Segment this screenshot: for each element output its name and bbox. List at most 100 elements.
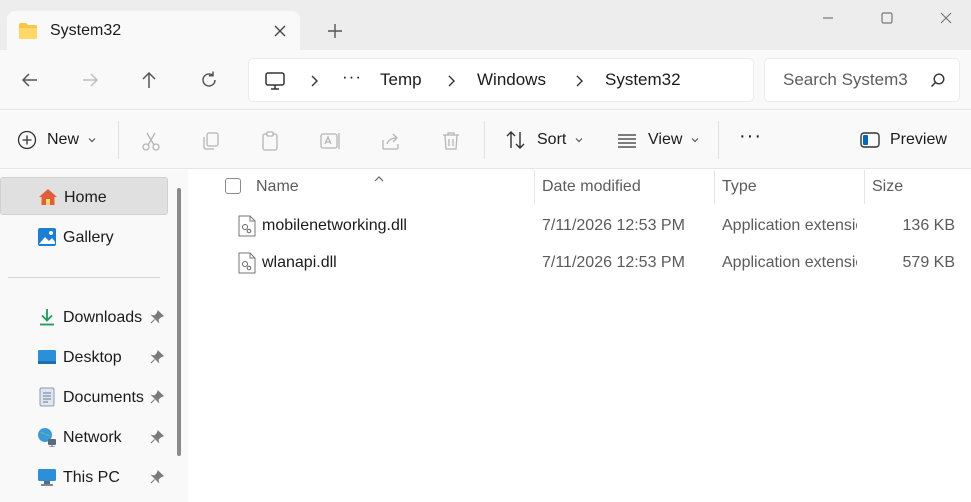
breadcrumb-temp[interactable]: Temp [380, 70, 422, 90]
refresh-icon[interactable] [198, 69, 220, 91]
command-bar: New Sort View ··· Preview [0, 111, 971, 169]
arrow-right-icon[interactable] [79, 69, 101, 91]
title-bar: System32 [0, 0, 971, 50]
sidebar-item-label: Home [64, 189, 107, 206]
pin-icon[interactable] [150, 310, 164, 324]
table-row[interactable]: mobilenetworking.dll 7/11/2026 12:53 PM … [190, 208, 971, 244]
file-type: Application extension [722, 217, 857, 234]
sidebar-item-this-pc[interactable]: This PC [0, 458, 168, 496]
column-divider[interactable] [534, 170, 535, 204]
column-divider[interactable] [864, 170, 865, 204]
divider [118, 121, 119, 159]
pin-icon[interactable] [150, 430, 164, 444]
breadcrumb-windows[interactable]: Windows [477, 70, 546, 90]
sidebar-item-label: Documents [63, 389, 144, 406]
download-icon [37, 307, 57, 327]
sidebar-item-documents[interactable]: Documents [0, 378, 168, 416]
new-button[interactable]: New [17, 111, 97, 169]
column-header-type[interactable]: Type [722, 170, 757, 204]
gallery-icon [37, 227, 57, 247]
delete-icon[interactable] [440, 130, 462, 152]
chevron-down-icon [88, 138, 96, 143]
search-icon[interactable] [930, 72, 946, 93]
column-header-name[interactable]: Name [256, 170, 299, 204]
maximize-icon[interactable] [877, 8, 897, 28]
sidebar-item-label: This PC [63, 469, 120, 486]
file-size: 136 KB [902, 217, 955, 234]
chevron-right-icon[interactable] [572, 73, 586, 89]
preview-button[interactable]: Preview [860, 111, 947, 169]
rename-icon[interactable] [319, 130, 341, 152]
address-row: ··· Temp Windows System32 Search System3… [0, 50, 971, 110]
sidebar-item-label: Gallery [63, 229, 114, 246]
preview-label: Preview [890, 131, 947, 148]
close-icon[interactable] [271, 22, 289, 40]
breadcrumb-overflow[interactable]: ··· [342, 67, 362, 87]
chevron-down-icon [575, 138, 583, 143]
sidebar-item-downloads[interactable]: Downloads [0, 298, 168, 336]
pin-icon[interactable] [150, 350, 164, 364]
paste-icon[interactable] [259, 130, 281, 152]
pin-icon[interactable] [150, 470, 164, 484]
search-input[interactable]: Search System32 [783, 70, 908, 90]
select-all-checkbox[interactable] [225, 178, 241, 194]
monitor-icon[interactable] [264, 71, 286, 96]
documents-icon [37, 387, 57, 407]
search-box[interactable]: Search System32 [764, 58, 960, 102]
sidebar-item-label: Desktop [63, 349, 122, 366]
home-icon [38, 187, 58, 207]
plus-icon[interactable] [325, 21, 345, 41]
tab-title: System32 [50, 22, 122, 39]
share-icon[interactable] [380, 130, 402, 152]
chevron-right-icon[interactable] [307, 73, 321, 89]
file-date-modified: 7/11/2026 12:53 PM [542, 217, 685, 234]
column-divider[interactable] [714, 170, 715, 204]
column-header-size[interactable]: Size [872, 170, 903, 204]
sort-button[interactable]: Sort [505, 111, 584, 169]
dll-file-icon [238, 252, 256, 274]
table-row[interactable]: wlanapi.dll 7/11/2026 12:53 PM Applicati… [190, 245, 971, 281]
sidebar-item-gallery[interactable]: Gallery [0, 218, 168, 256]
file-list: Name Date modified Type Size mobilenetwo… [190, 170, 971, 502]
dll-file-icon [238, 215, 256, 237]
copy-icon[interactable] [200, 130, 222, 152]
view-label: View [648, 131, 683, 148]
file-name: wlanapi.dll [262, 254, 337, 271]
navigation-scrollbar[interactable] [177, 188, 181, 456]
file-date-modified: 7/11/2026 12:53 PM [542, 254, 685, 271]
sidebar-item-home[interactable]: Home [0, 177, 168, 215]
sort-icon [506, 131, 525, 149]
sort-ascending-icon [373, 170, 385, 188]
minimize-icon[interactable] [818, 8, 838, 28]
network-icon [37, 427, 57, 448]
see-more-button[interactable]: ··· [739, 107, 762, 165]
folder-icon [18, 22, 38, 45]
new-label: New [47, 131, 80, 148]
view-button[interactable]: View [616, 111, 700, 169]
pin-icon[interactable] [150, 390, 164, 404]
chevron-right-icon[interactable] [444, 73, 458, 89]
tab-system32[interactable]: System32 [7, 11, 300, 50]
sidebar-item-network[interactable]: Network [0, 418, 168, 456]
arrow-left-icon[interactable] [19, 69, 41, 91]
list-view-icon [618, 134, 636, 148]
desktop-icon [37, 347, 57, 367]
computer-icon [37, 467, 57, 487]
column-header-date-modified[interactable]: Date modified [542, 170, 641, 204]
navigation-pane: Home Gallery Downloads Desktop Documents [0, 170, 188, 502]
cut-icon[interactable] [140, 130, 162, 152]
sort-label: Sort [537, 131, 567, 148]
sidebar-item-label: Network [63, 429, 122, 446]
file-size: 579 KB [902, 254, 955, 271]
sidebar-item-desktop[interactable]: Desktop [0, 338, 168, 376]
plus-circle-icon [17, 130, 37, 150]
file-type: Application extension [722, 254, 857, 271]
chevron-down-icon [691, 138, 699, 143]
address-bar[interactable]: ··· Temp Windows System32 [248, 58, 754, 102]
divider [8, 277, 160, 278]
breadcrumb-system32[interactable]: System32 [605, 70, 681, 90]
file-name: mobilenetworking.dll [262, 217, 407, 234]
divider [484, 121, 485, 159]
arrow-up-icon[interactable] [138, 69, 160, 91]
window-close-icon[interactable] [936, 8, 956, 28]
